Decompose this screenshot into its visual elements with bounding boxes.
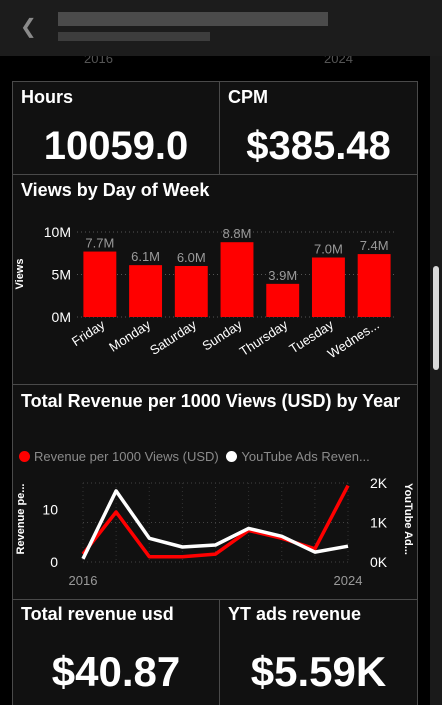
total-revenue-value: $40.87	[51, 648, 181, 695]
scrollbar-thumb[interactable]	[433, 266, 439, 370]
series-line	[81, 489, 349, 560]
views-data-label: 7.7M	[85, 236, 114, 251]
views-bar	[174, 266, 208, 317]
hours-title: Hours	[21, 87, 74, 107]
views-y-tick-label: 5M	[52, 267, 71, 283]
yt-ads-value: $5.59K	[250, 648, 387, 695]
revenue-y-axis-label: Revenue pe...	[15, 484, 27, 555]
chevron-left-icon[interactable]: ❮	[20, 15, 40, 39]
cpm-title: CPM	[228, 87, 268, 107]
views-y-tick-label: 0M	[52, 309, 71, 325]
revenue-chart-card[interactable]: Total Revenue per 1000 Views (USD) by Ye…	[12, 384, 418, 600]
revenue-line-chart: Revenue pe... YouTube Ad... 0K 1K 2K 0 10 2016 2…	[15, 475, 414, 588]
views-bar	[129, 265, 163, 317]
cpm-value: $385.48	[246, 124, 391, 168]
views-data-label: 3.9M	[268, 268, 297, 283]
peek-axis-end: 2024	[324, 56, 353, 66]
yt-ads-title: YT ads revenue	[228, 604, 362, 624]
vertical-scrollbar[interactable]	[430, 56, 442, 705]
views-x-tick-label: Monday	[106, 317, 153, 355]
revenue-y-tick-label: 0	[50, 554, 58, 570]
views-chart-title: Views by Day of Week	[21, 180, 210, 200]
revenue-x-tick-label: 2024	[334, 573, 363, 588]
views-data-label: 6.0M	[177, 250, 206, 265]
views-x-tick-label: Thursday	[237, 317, 291, 359]
views-data-label: 7.0M	[314, 242, 343, 257]
legend-item-ads[interactable]: YouTube Ads Reven...	[226, 449, 370, 464]
views-bar	[220, 242, 254, 317]
views-by-day-card[interactable]: Views by Day of Week Views 0M 5M 10M 7.7M Fri…	[12, 174, 418, 385]
views-y-axis-label: Views	[14, 259, 26, 290]
views-x-tick-label: Friday	[69, 317, 108, 350]
views-bar-chart: Views 0M 5M 10M 7.7M Friday 6.1M Monday 6.0M Satu…	[14, 224, 397, 361]
peek-axis-start: 2016	[84, 56, 113, 66]
views-data-label: 8.8M	[223, 226, 252, 241]
ads-y-tick-label: 1K	[370, 515, 388, 531]
redacted-subtitle	[58, 32, 210, 41]
top-bar: ❮	[0, 0, 442, 57]
views-x-tick-label: Wednes...	[325, 317, 382, 361]
views-x-tick-label: Saturday	[147, 317, 199, 358]
total-revenue-card[interactable]: Total revenue usd $40.87	[12, 599, 220, 705]
redacted-title	[58, 12, 328, 26]
cpm-card[interactable]: CPM $385.48	[219, 81, 418, 175]
ads-y-axis-label: YouTube Ad...	[402, 483, 414, 555]
revenue-y-tick-label: 10	[42, 501, 58, 517]
ads-y-tick-label: 2K	[370, 475, 388, 491]
views-bar	[83, 251, 117, 317]
total-revenue-title: Total revenue usd	[21, 604, 174, 624]
hours-value: 10059.0	[43, 124, 189, 168]
report-canvas: 2016 2024 Hours 10059.0 CPM $385.48 View…	[0, 56, 430, 705]
views-data-label: 6.1M	[131, 249, 160, 264]
views-bar	[266, 283, 300, 317]
ads-y-tick-label: 0K	[370, 554, 388, 570]
views-bar	[311, 257, 345, 317]
revenue-chart-legend: Revenue per 1000 Views (USD) YouTube Ads…	[19, 449, 370, 464]
hours-card[interactable]: Hours 10059.0	[12, 81, 220, 175]
views-y-tick-label: 10M	[44, 224, 71, 240]
legend-item-revenue[interactable]: Revenue per 1000 Views (USD)	[19, 449, 219, 464]
revenue-x-tick-label: 2016	[69, 573, 98, 588]
revenue-chart-title: Total Revenue per 1000 Views (USD) by Ye…	[21, 391, 401, 411]
yt-ads-revenue-card[interactable]: YT ads revenue $5.59K	[219, 599, 418, 705]
views-data-label: 7.4M	[360, 238, 389, 253]
views-bar	[357, 254, 391, 317]
